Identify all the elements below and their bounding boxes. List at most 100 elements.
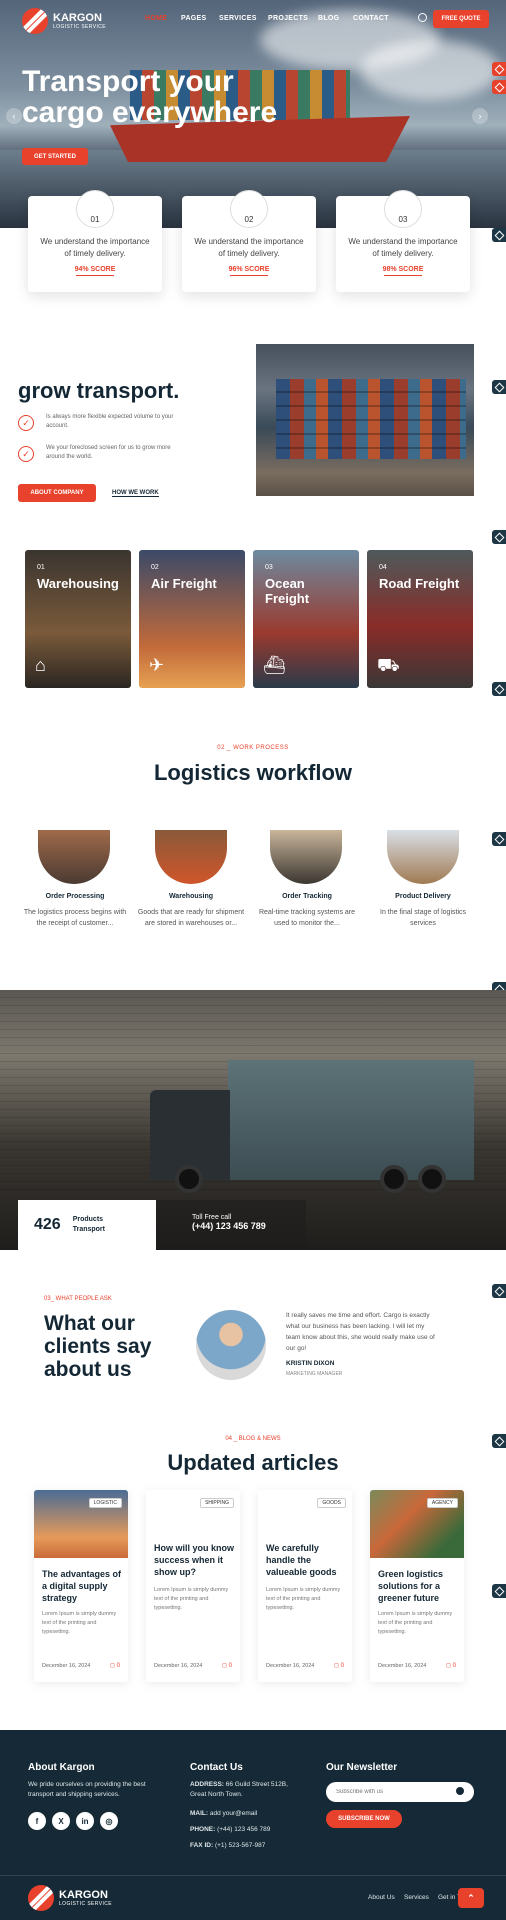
logo[interactable]: KARGON LOGISTIC SERVICE bbox=[22, 8, 106, 34]
subscribe-button[interactable]: SUBSCRIBE NOW bbox=[326, 1810, 402, 1828]
slider-next-icon[interactable]: › bbox=[472, 108, 488, 124]
layers-icon[interactable] bbox=[492, 832, 506, 846]
comment-icon: ◻ 0 bbox=[222, 1663, 232, 1669]
logo-name: KARGON bbox=[53, 11, 102, 24]
cloud bbox=[360, 40, 500, 100]
blog-tag[interactable]: AGENCY bbox=[426, 1498, 458, 1508]
service-title: Road Freight bbox=[379, 576, 460, 591]
footer-link-services[interactable]: Services bbox=[404, 1894, 429, 1901]
x-icon[interactable]: X bbox=[52, 1812, 70, 1830]
feature-number: 01 bbox=[76, 190, 114, 228]
nav-pages[interactable]: PAGES bbox=[181, 15, 207, 22]
service-card-ocean-freight[interactable]: 03 Ocean Freight ⛴ bbox=[253, 550, 359, 688]
blog-title[interactable]: The advantages of a digital supply strat… bbox=[42, 1568, 122, 1604]
step-desc: Goods that are ready for shipment are st… bbox=[137, 909, 245, 927]
blog-tag[interactable]: SHIPPING bbox=[200, 1498, 234, 1508]
free-quote-button[interactable]: FREE QUOTE bbox=[433, 10, 489, 28]
blog-card[interactable]: AGENCY Green logistics solutions for a g… bbox=[370, 1490, 464, 1682]
footer-divider bbox=[0, 1875, 506, 1876]
logo-tagline: LOGISTIC SERVICE bbox=[53, 23, 106, 30]
layers-icon[interactable] bbox=[492, 682, 506, 696]
linkedin-icon[interactable]: in bbox=[76, 1812, 94, 1830]
blog-title[interactable]: How will you know success when it show u… bbox=[154, 1542, 234, 1578]
footer-phone[interactable]: PHONE: (+44) 123 456 789 bbox=[190, 1826, 270, 1833]
comment-icon: ◻ 0 bbox=[446, 1663, 456, 1669]
blog-card[interactable]: SHIPPING How will you know success when … bbox=[146, 1490, 240, 1682]
dribbble-icon[interactable]: ◎ bbox=[100, 1812, 118, 1830]
layers-icon[interactable] bbox=[492, 1584, 506, 1598]
step-image bbox=[38, 830, 110, 884]
blog-date: December 16, 2024 bbox=[378, 1663, 427, 1669]
nav-services[interactable]: SERVICES bbox=[219, 15, 257, 22]
blog-eyebrow: 04 _ BLOG & NEWS bbox=[225, 1436, 281, 1442]
step-image bbox=[155, 830, 227, 884]
nav-projects[interactable]: PROJECTS bbox=[268, 15, 308, 22]
nav-home[interactable]: HOME bbox=[145, 15, 167, 22]
stats-box: 426 Products Transport bbox=[18, 1200, 156, 1250]
hero-title: Transport your cargo everywhere bbox=[22, 66, 277, 128]
blog-tag[interactable]: LOGISTIC bbox=[88, 1498, 122, 1508]
about-heading: grow transport. bbox=[18, 378, 180, 403]
workflow-heading: Logistics workflow bbox=[153, 760, 353, 785]
layers-icon[interactable] bbox=[492, 1284, 506, 1298]
footer-mail[interactable]: MAIL: add your@email bbox=[190, 1810, 257, 1817]
testimonial-heading: What our clients say about us bbox=[44, 1312, 152, 1381]
warehouse-icon: ⌂ bbox=[35, 655, 46, 675]
layers-icon[interactable] bbox=[492, 228, 506, 242]
plane-icon: ✈ bbox=[149, 655, 165, 675]
blog-title[interactable]: Green logistics solutions for a greener … bbox=[378, 1568, 458, 1604]
service-number: 02 bbox=[151, 564, 159, 571]
blog-card[interactable]: LOGISTIC The advantages of a digital sup… bbox=[34, 1490, 128, 1682]
facebook-icon[interactable]: f bbox=[28, 1812, 46, 1830]
logo-tagline: LOGISTIC SERVICE bbox=[59, 1900, 112, 1907]
footer-link-about[interactable]: About Us bbox=[368, 1894, 395, 1901]
feature-score: 94% SCORE bbox=[28, 266, 162, 276]
nav-contact[interactable]: CONTACT bbox=[353, 15, 389, 22]
feature-text: We understand the importance of timely d… bbox=[40, 237, 150, 258]
layers-icon[interactable] bbox=[492, 380, 506, 394]
slider-prev-icon[interactable]: ‹ bbox=[6, 108, 22, 124]
cart-icon[interactable] bbox=[492, 62, 506, 76]
newsletter-email-input[interactable] bbox=[326, 1782, 474, 1802]
blog-date: December 16, 2024 bbox=[42, 1663, 91, 1669]
service-number: 01 bbox=[37, 564, 45, 571]
footer: About Kargon We pride ourselves on provi… bbox=[0, 1730, 506, 1920]
blog-excerpt: Lorem Ipsum is simply dummy text of the … bbox=[42, 1611, 117, 1635]
blog-card[interactable]: GOODS We carefully handle the valueable … bbox=[258, 1490, 352, 1682]
step-image bbox=[270, 830, 342, 884]
service-card-warehousing[interactable]: 01 Warehousing ⌂ bbox=[25, 550, 131, 688]
footer-logo[interactable]: KARGON LOGISTIC SERVICE bbox=[28, 1885, 112, 1911]
layers-icon[interactable] bbox=[492, 530, 506, 544]
service-card-road-freight[interactable]: 04 Road Freight ⛟ bbox=[367, 550, 473, 688]
blog-excerpt: Lorem Ipsum is simply dummy text of the … bbox=[378, 1611, 453, 1635]
logo-icon bbox=[28, 1885, 54, 1911]
nav-blog[interactable]: BLOG bbox=[318, 15, 339, 22]
step-desc: In the final stage of logistics services bbox=[380, 909, 466, 927]
feature-card: 02 We understand the importance of timel… bbox=[182, 190, 316, 292]
footer-contact-title: Contact Us bbox=[190, 1762, 243, 1773]
footer-address: ADDRESS: 66 Guild Street 512B, Great Nor… bbox=[190, 1781, 288, 1798]
footer-newsletter-title: Our Newsletter bbox=[326, 1762, 398, 1773]
service-number: 03 bbox=[265, 564, 273, 571]
comment-icon: ◻ 0 bbox=[110, 1663, 120, 1669]
page: { "brand":{"name":"KARGON","tagline":"LO… bbox=[0, 0, 506, 1920]
about-company-button[interactable]: ABOUT COMPANY bbox=[18, 484, 96, 502]
service-card-air-freight[interactable]: 02 Air Freight ✈ bbox=[139, 550, 245, 688]
avatar bbox=[196, 1310, 266, 1380]
blog-tag[interactable]: GOODS bbox=[317, 1498, 346, 1508]
service-title: Air Freight bbox=[151, 576, 217, 591]
feature-score: 98% SCORE bbox=[336, 266, 470, 276]
feature-text: We understand the importance of timely d… bbox=[194, 237, 304, 258]
call-phone[interactable]: (+44) 123 456 789 bbox=[192, 1221, 306, 1231]
call-label: Toll Free call bbox=[192, 1214, 232, 1221]
search-icon[interactable] bbox=[418, 13, 427, 22]
blog-date: December 16, 2024 bbox=[154, 1663, 203, 1669]
how-we-work-link[interactable]: HOW WE WORK bbox=[112, 490, 159, 497]
blog-title[interactable]: We carefully handle the valueable goods bbox=[266, 1542, 346, 1578]
feature-number: 02 bbox=[230, 190, 268, 228]
feature-card: 01 We understand the importance of timel… bbox=[28, 190, 162, 292]
truck-icon: ⛟ bbox=[377, 655, 400, 675]
back-to-top-icon[interactable]: ⌃ bbox=[458, 1888, 484, 1908]
layers-icon[interactable] bbox=[492, 80, 506, 94]
get-started-button[interactable]: GET STARTED bbox=[22, 148, 88, 165]
